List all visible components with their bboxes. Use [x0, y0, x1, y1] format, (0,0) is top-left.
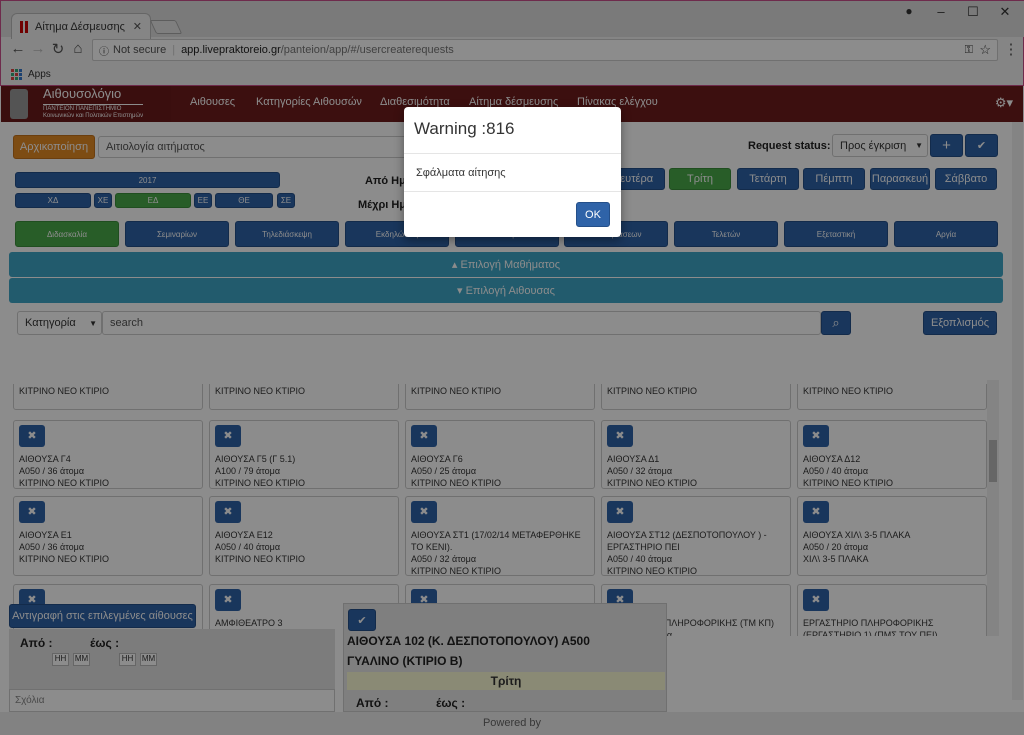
modal-title: Warning :816 — [414, 119, 515, 138]
divider — [404, 153, 621, 154]
warning-modal: Warning :816 Σφάλματα αίτησης OK — [404, 107, 621, 237]
divider — [404, 191, 621, 192]
modal-body: Σφάλματα αίτησης — [416, 167, 506, 179]
ok-button[interactable]: OK — [576, 202, 610, 227]
